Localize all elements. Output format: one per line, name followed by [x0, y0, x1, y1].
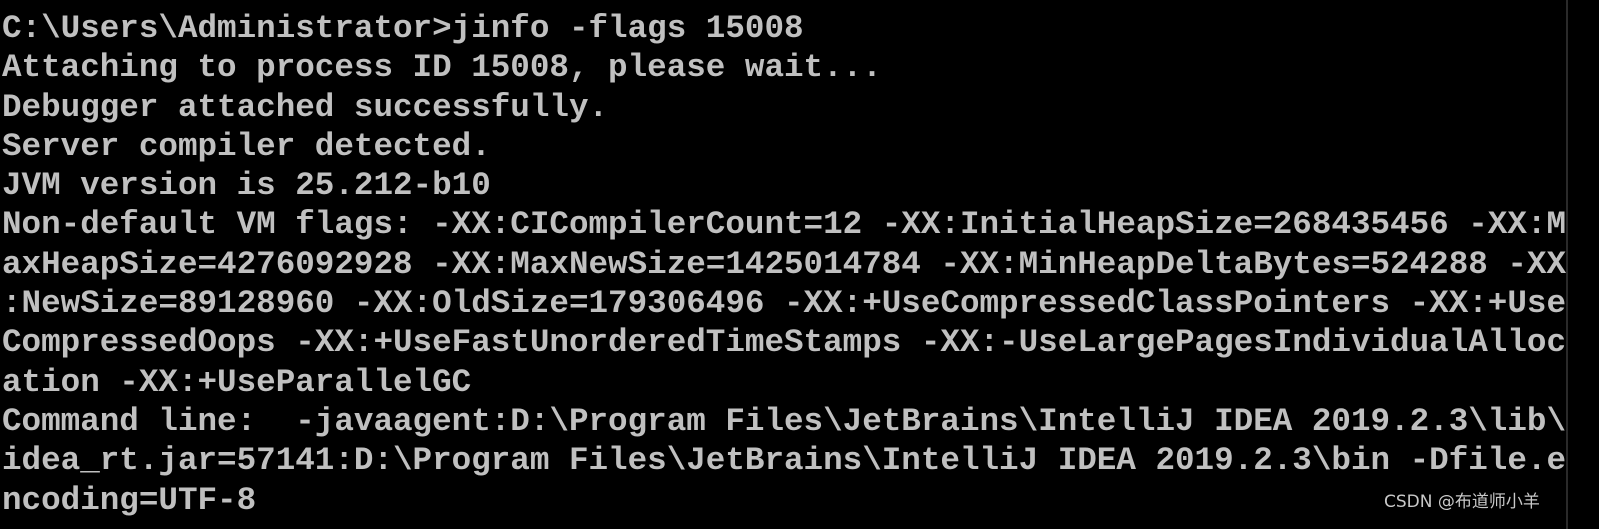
terminal-line: Attaching to process ID 15008, please wa… — [2, 49, 882, 87]
window-border — [1566, 0, 1568, 529]
watermark: CSDN @布道师小羊 — [1384, 492, 1540, 512]
terminal-line: :NewSize=89128960 -XX:OldSize=179306496 … — [2, 285, 1567, 323]
terminal-line: axHeapSize=4276092928 -XX:MaxNewSize=142… — [2, 245, 1567, 283]
terminal-line: Non-default VM flags: -XX:CICompilerCoun… — [2, 206, 1567, 244]
terminal-line: ation -XX:+UseParallelGC — [2, 363, 472, 401]
terminal-output: C:\Users\Administrator>jinfo -flags 1500… — [2, 9, 1568, 520]
terminal-line: Command line: -javaagent:D:\Program File… — [2, 402, 1567, 440]
terminal-line: JVM version is 25.212-b10 — [2, 167, 491, 205]
terminal-line: Debugger attached successfully. — [2, 88, 609, 126]
terminal-line: ncoding=UTF-8 — [2, 481, 257, 519]
terminal-line: C:\Users\Administrator>jinfo -flags 1500… — [2, 10, 804, 47]
terminal-line: CompressedOops -XX:+UseFastUnorderedTime… — [2, 324, 1567, 362]
terminal-line: Server compiler detected. — [2, 127, 491, 165]
terminal-line: idea_rt.jar=57141:D:\Program Files\JetBr… — [2, 442, 1567, 480]
